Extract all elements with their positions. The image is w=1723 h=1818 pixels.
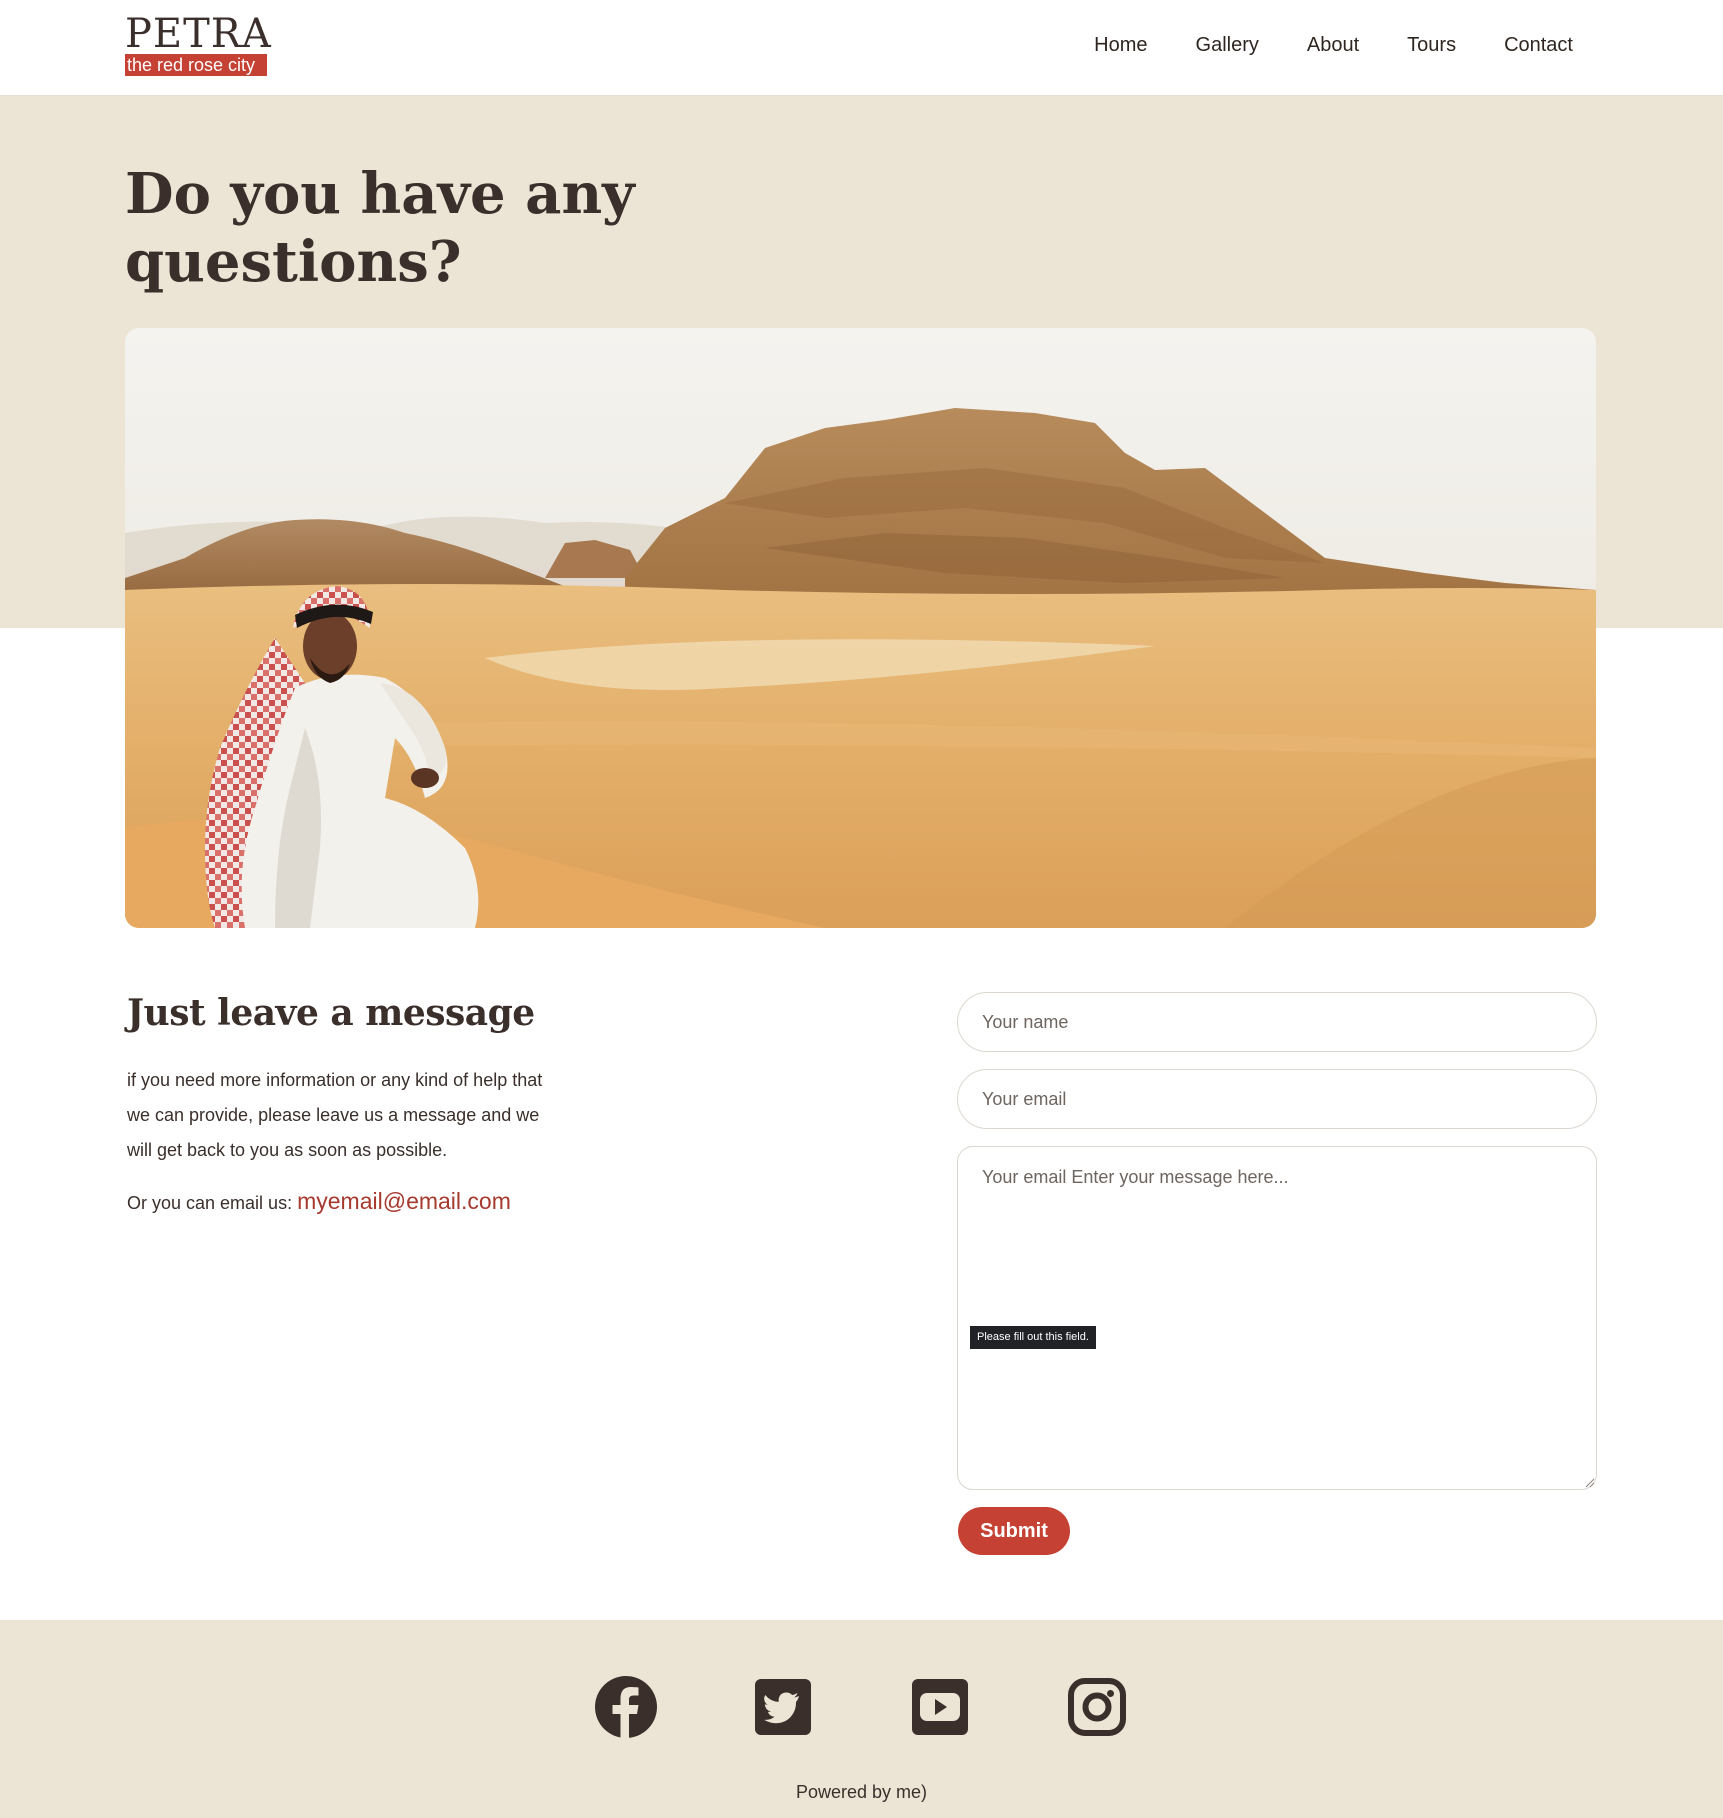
site-header: PETRA the red rose city Home Gallery Abo… [0,0,1723,96]
social-links [595,1676,1128,1738]
email-line: Or you can email us: myemail@email.com [127,1188,511,1215]
instagram-icon[interactable] [1066,1676,1128,1738]
message-section-title: Just leave a message [127,992,535,1034]
resize-grip-icon[interactable] [1585,1478,1595,1488]
twitter-icon[interactable] [752,1676,814,1738]
email-prefix: Or you can email us: [127,1193,293,1213]
name-input[interactable] [957,992,1597,1052]
logo-title: PETRA [125,11,272,57]
desert-photo [125,328,1596,928]
message-textarea[interactable] [957,1146,1597,1490]
email-input[interactable] [957,1069,1597,1129]
nav-tours[interactable]: Tours [1407,34,1456,57]
hero-image [125,328,1596,928]
message-section-body: if you need more information or any kind… [127,1070,543,1160]
nav-home[interactable]: Home [1094,34,1147,57]
youtube-icon[interactable] [909,1676,971,1738]
facebook-icon[interactable] [595,1676,657,1738]
email-link[interactable]: myemail@email.com [297,1188,511,1214]
logo-tagline: the red rose city [125,54,267,76]
site-logo[interactable]: PETRA the red rose city [125,11,272,76]
page-title: Do you have any questions? [125,161,635,295]
submit-button[interactable]: Submit [958,1507,1070,1555]
powered-by-text: Powered by me) [795,1782,928,1802]
validation-tooltip: Please fill out this field. [970,1326,1096,1349]
main-nav: Home Gallery About Tours Contact [1094,34,1573,57]
nav-about[interactable]: About [1307,34,1359,57]
nav-contact[interactable]: Contact [1504,34,1573,57]
nav-gallery[interactable]: Gallery [1196,34,1259,57]
site-footer: Powered by me) [0,1620,1723,1818]
